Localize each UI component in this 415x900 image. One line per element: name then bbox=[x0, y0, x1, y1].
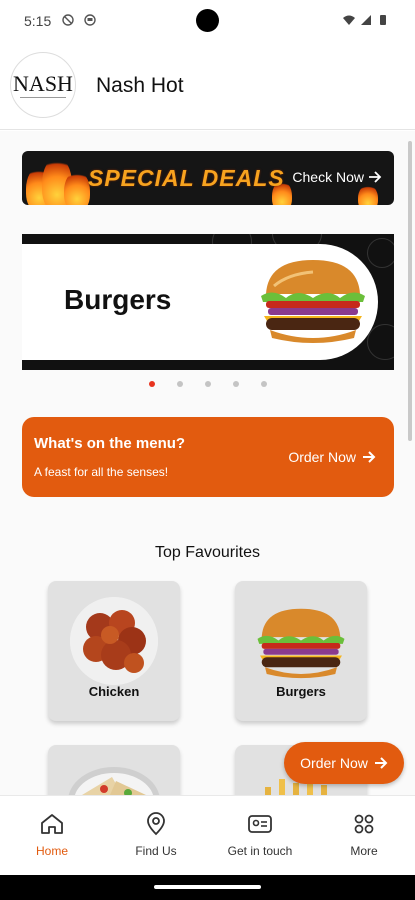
order-now-label: Order Now bbox=[288, 449, 356, 465]
system-gesture-area bbox=[0, 875, 415, 900]
nav-label: Find Us bbox=[135, 844, 177, 858]
cell-signal-icon bbox=[361, 15, 371, 25]
menu-card-title: What's on the menu? bbox=[34, 435, 186, 452]
app-title: Nash Hot bbox=[96, 74, 184, 97]
deals-title: SPECIAL DEALS bbox=[88, 165, 285, 191]
wifi-icon bbox=[343, 15, 355, 25]
carousel-slide-title: Burgers bbox=[64, 284, 172, 315]
home-gesture-bar[interactable] bbox=[154, 885, 261, 889]
status-time: 5:15 bbox=[24, 13, 52, 29]
nav-item-find-us[interactable]: Find Us bbox=[120, 796, 192, 876]
carousel-dot-3[interactable] bbox=[205, 381, 211, 387]
flame-decoration bbox=[358, 185, 378, 205]
bottom-navigation: Home Find Us Get in touch More bbox=[0, 795, 415, 875]
brand-logo[interactable]: NASH bbox=[10, 52, 76, 118]
wrap-image bbox=[68, 767, 160, 795]
nav-item-get-in-touch[interactable]: Get in touch bbox=[214, 796, 306, 876]
status-bar: 5:15 bbox=[0, 0, 415, 40]
favourite-tile-chicken[interactable]: Chicken bbox=[48, 581, 180, 721]
logo-text: NASH bbox=[13, 70, 73, 96]
nav-label: Home bbox=[35, 844, 68, 858]
nav-label: More bbox=[350, 844, 378, 858]
battery-icon bbox=[380, 15, 386, 25]
arrow-right-icon bbox=[369, 171, 382, 183]
doodle-decoration bbox=[367, 238, 394, 268]
check-now-link[interactable]: Check Now bbox=[292, 169, 382, 185]
carousel-dot-4[interactable] bbox=[233, 381, 239, 387]
nav-label: Get in touch bbox=[227, 844, 293, 858]
carousel-dot-5[interactable] bbox=[261, 381, 267, 387]
scrollbar[interactable] bbox=[408, 141, 412, 441]
nav-item-home[interactable]: Home bbox=[16, 796, 88, 876]
order-now-fab[interactable]: Order Now bbox=[284, 742, 404, 784]
promo-carousel[interactable]: Burgers bbox=[22, 234, 394, 370]
carousel-slide[interactable]: Burgers bbox=[22, 244, 378, 360]
grid-icon bbox=[354, 814, 374, 834]
contact-card-icon bbox=[248, 815, 272, 833]
flame-decoration bbox=[64, 171, 90, 205]
location-pin-icon bbox=[147, 812, 165, 836]
order-now-link[interactable]: Order Now bbox=[288, 449, 376, 465]
favourite-tile-wraps[interactable] bbox=[48, 745, 180, 795]
arrow-right-icon bbox=[363, 451, 376, 463]
burger-image bbox=[261, 260, 365, 343]
nav-item-more[interactable]: More bbox=[328, 796, 400, 876]
menu-card-subtitle: A feast for all the senses! bbox=[34, 465, 169, 479]
chicken-image bbox=[70, 597, 158, 685]
tile-label: Chicken bbox=[88, 684, 140, 699]
do-not-disturb-icon bbox=[62, 14, 74, 26]
favourite-tile-burgers[interactable]: Burgers bbox=[235, 581, 367, 721]
section-title-top-favourites: Top Favourites bbox=[155, 544, 260, 561]
carousel-dot-2[interactable] bbox=[177, 381, 183, 387]
main-content[interactable]: SPECIAL DEALS Check Now Burgers What's o… bbox=[0, 131, 415, 795]
app-header: NASH Nash Hot bbox=[0, 40, 415, 130]
fab-label: Order Now bbox=[300, 755, 368, 771]
front-camera bbox=[196, 9, 219, 32]
carousel-pagination[interactable] bbox=[0, 381, 415, 389]
menu-promo-card[interactable]: What's on the menu? A feast for all the … bbox=[22, 417, 394, 497]
logo-divider bbox=[20, 96, 66, 98]
special-deals-banner[interactable]: SPECIAL DEALS Check Now bbox=[22, 151, 394, 205]
home-icon bbox=[41, 814, 63, 834]
app-notification-icon bbox=[84, 14, 96, 26]
tile-label: Burgers bbox=[276, 684, 326, 699]
burger-image bbox=[257, 608, 345, 679]
check-now-label: Check Now bbox=[292, 169, 364, 185]
carousel-dot-1[interactable] bbox=[149, 381, 155, 387]
arrow-right-icon bbox=[374, 757, 388, 769]
